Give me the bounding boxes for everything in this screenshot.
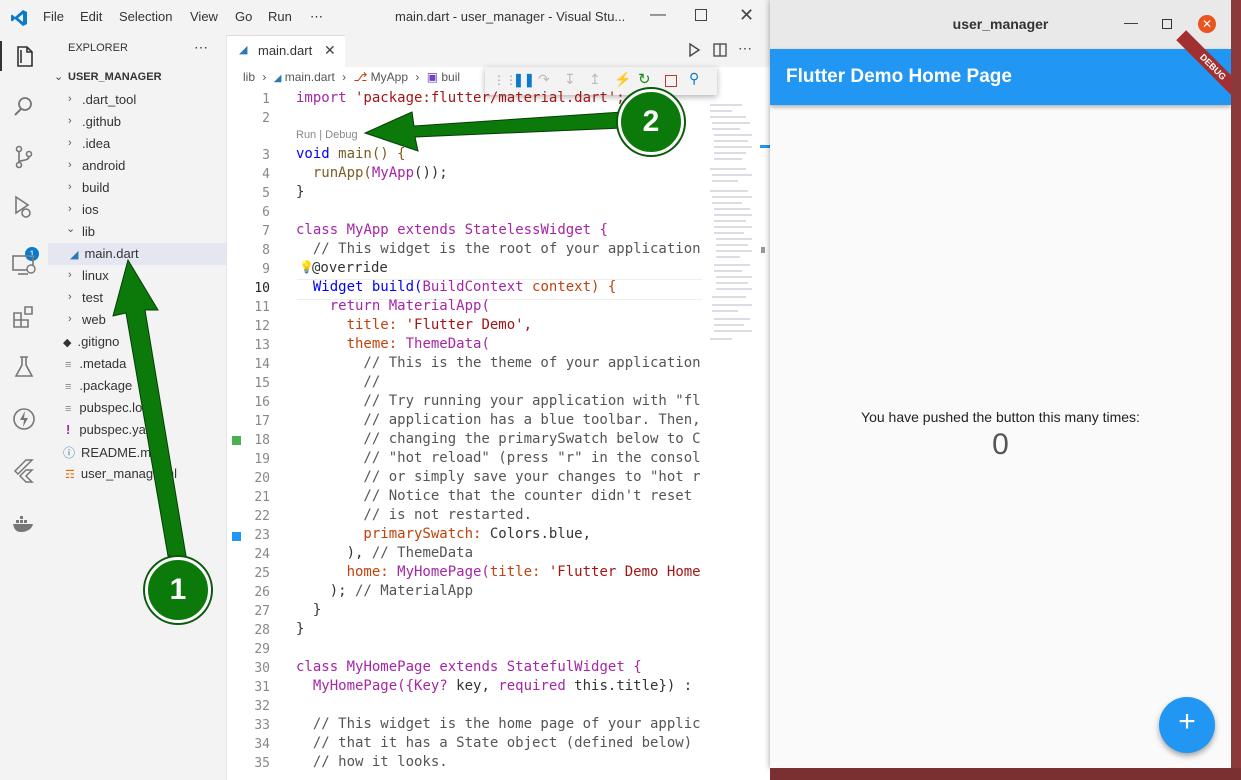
annotation-badge-1: 1 — [145, 557, 211, 623]
arrow-2 — [363, 111, 623, 152]
annotation-badge-2: 2 — [618, 89, 684, 155]
arrow-1 — [112, 258, 187, 557]
